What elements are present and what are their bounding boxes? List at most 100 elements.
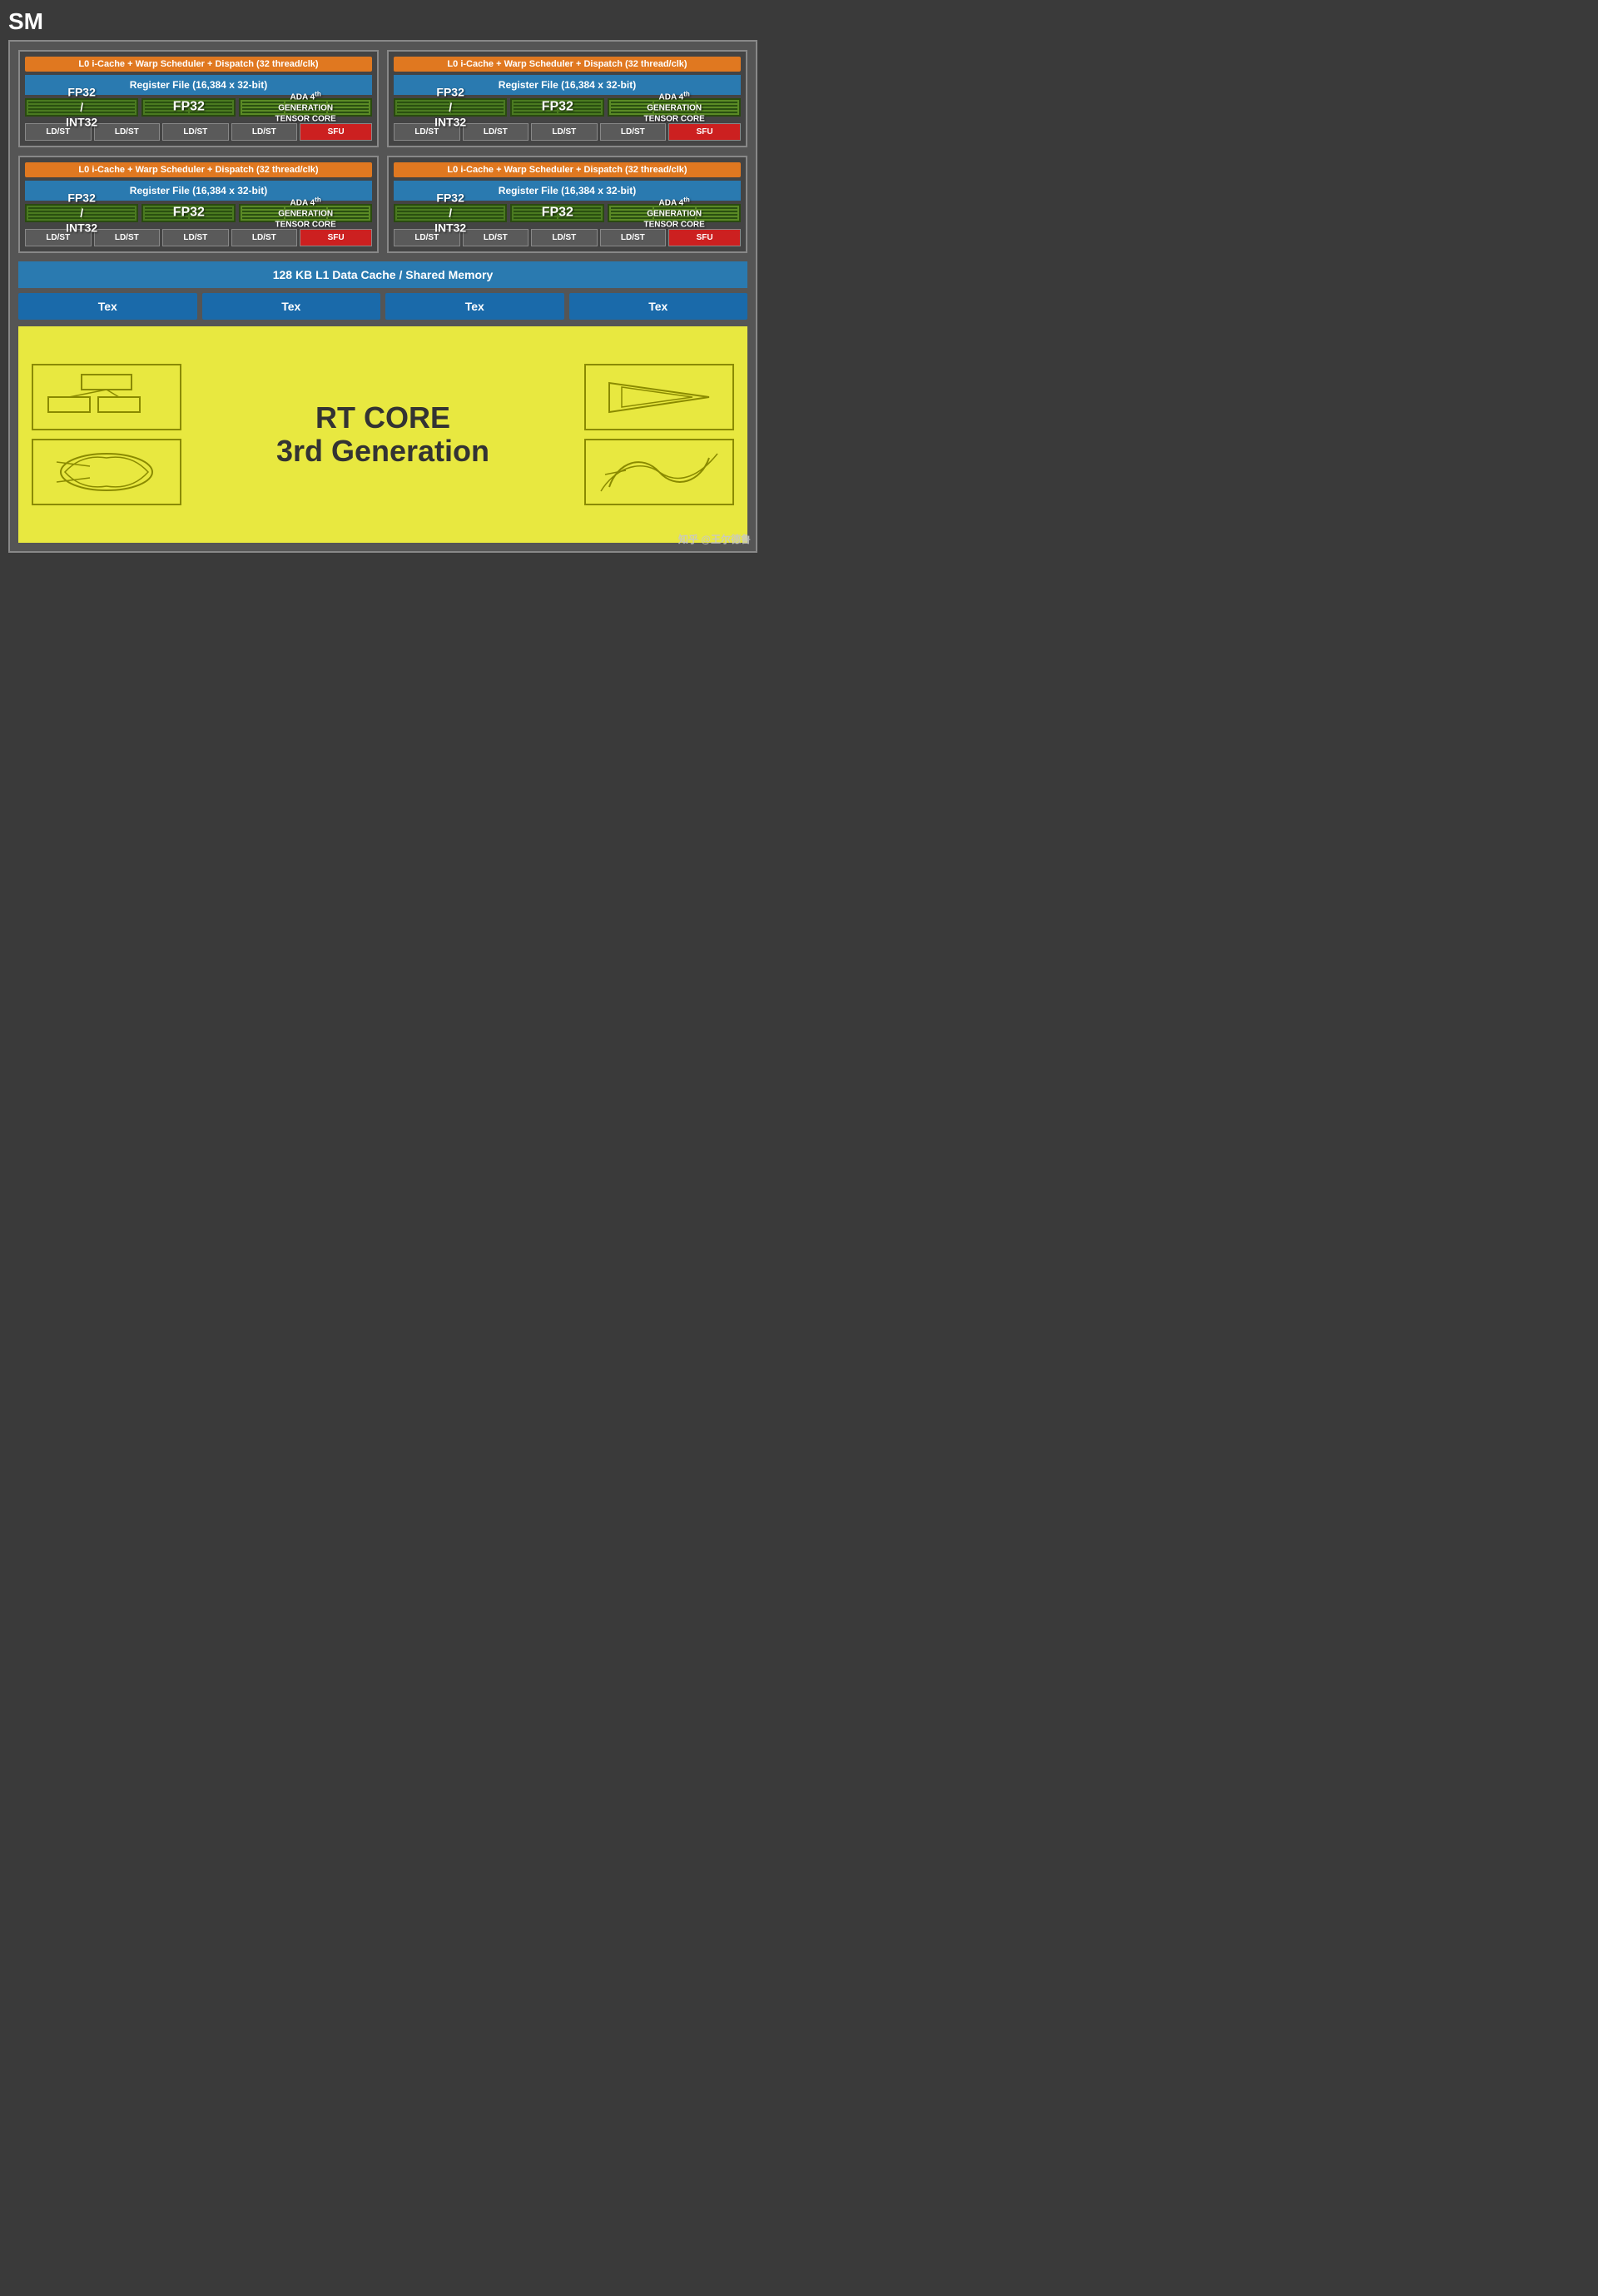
compute-area-3: FP32/INT32 FP32 ADA 4thGENER bbox=[25, 204, 372, 222]
grid-cell bbox=[82, 102, 135, 103]
rt-diagrams-right bbox=[568, 364, 734, 505]
rt-diagram-box-3 bbox=[584, 364, 734, 430]
grid-cell bbox=[242, 214, 283, 216]
ldst-btn-9: LD/ST bbox=[25, 229, 92, 246]
grid-cell bbox=[654, 102, 695, 103]
grid-cell bbox=[190, 102, 233, 103]
grid-cell bbox=[242, 217, 283, 219]
grid-cell bbox=[145, 211, 188, 212]
grid-cell bbox=[397, 207, 449, 209]
sfu-btn-4: SFU bbox=[668, 229, 741, 246]
grid-cell bbox=[558, 214, 602, 216]
grid-cell bbox=[190, 214, 233, 216]
grid-cell bbox=[28, 105, 81, 107]
ldst-btn-3: LD/ST bbox=[162, 123, 229, 141]
top-quadrant-grid: L0 i-Cache + Warp Scheduler + Dispatch (… bbox=[18, 50, 747, 147]
grid-cell bbox=[145, 102, 188, 103]
fp32-block-2: FP32 bbox=[510, 98, 604, 117]
grid-cell bbox=[397, 211, 449, 212]
rt-core-subtitle: 3rd Generation bbox=[198, 435, 568, 468]
tensor-block-1: ADA 4thGENERATIONTENSOR CORE bbox=[239, 98, 372, 117]
grid-cell bbox=[397, 214, 449, 216]
grid-cell bbox=[82, 108, 135, 110]
rt-core-area: RT CORE 3rd Generation bbox=[18, 326, 747, 543]
grid-cell bbox=[285, 214, 326, 216]
grid-cell bbox=[514, 207, 557, 209]
grid-cell bbox=[451, 102, 504, 103]
grid-cell bbox=[285, 207, 326, 209]
tex-row: Tex Tex Tex Tex bbox=[18, 293, 747, 320]
grid-cell bbox=[611, 112, 652, 113]
grid-cell bbox=[558, 108, 602, 110]
grid-cell bbox=[397, 217, 449, 219]
grid-cell bbox=[328, 217, 369, 219]
grid-cell bbox=[328, 214, 369, 216]
register-file-bar-1: Register File (16,384 x 32-bit) bbox=[25, 75, 372, 95]
grid-cell bbox=[611, 217, 652, 219]
tensor-label-1: ADA 4thGENERATIONTENSOR CORE bbox=[275, 90, 335, 124]
quadrant-3: L0 i-Cache + Warp Scheduler + Dispatch (… bbox=[18, 156, 379, 253]
rt-diagram-box-1 bbox=[32, 364, 181, 430]
bottom-quadrant-grid: L0 i-Cache + Warp Scheduler + Dispatch (… bbox=[18, 156, 747, 253]
grid-cell bbox=[697, 217, 737, 219]
grid-cell bbox=[451, 207, 504, 209]
register-file-bar-2: Register File (16,384 x 32-bit) bbox=[394, 75, 741, 95]
grid-cell bbox=[242, 102, 283, 103]
grid-cell bbox=[328, 102, 369, 103]
grid-cell bbox=[451, 105, 504, 107]
grid-cell bbox=[611, 108, 652, 110]
fp32-int32-block-4: FP32/INT32 bbox=[394, 204, 507, 222]
ldst-btn-2: LD/ST bbox=[94, 123, 161, 141]
grid-cell bbox=[654, 108, 695, 110]
warp-scheduler-bar-2: L0 i-Cache + Warp Scheduler + Dispatch (… bbox=[394, 57, 741, 72]
grid-cell bbox=[28, 217, 81, 219]
compute-area-2: FP32/INT32 FP32 ADA 4thGENER bbox=[394, 98, 741, 117]
grid-cell bbox=[558, 207, 602, 209]
fp32-block-4: FP32 bbox=[510, 204, 604, 222]
grid-cell bbox=[451, 211, 504, 212]
tex-btn-2: Tex bbox=[202, 293, 381, 320]
grid-cell bbox=[514, 217, 557, 219]
rt-core-title: RT CORE bbox=[198, 401, 568, 435]
sm-container: L0 i-Cache + Warp Scheduler + Dispatch (… bbox=[8, 40, 757, 553]
grid-cell bbox=[82, 217, 135, 219]
warp-scheduler-bar-3: L0 i-Cache + Warp Scheduler + Dispatch (… bbox=[25, 162, 372, 177]
compute-area-1: FP32/INT32 FP32 ADA 4thGENER bbox=[25, 98, 372, 117]
grid-cell bbox=[190, 211, 233, 212]
grid-cell bbox=[285, 211, 326, 212]
grid-cell bbox=[514, 112, 557, 113]
sfu-btn-1: SFU bbox=[300, 123, 372, 141]
ldst-btn-13: LD/ST bbox=[394, 229, 460, 246]
grid-cell bbox=[82, 105, 135, 107]
grid-cell bbox=[654, 105, 695, 107]
grid-cell bbox=[190, 217, 233, 219]
grid-cell bbox=[397, 102, 449, 103]
grid-cell bbox=[697, 214, 737, 216]
grid-cell bbox=[285, 108, 326, 110]
grid-cell bbox=[28, 112, 81, 113]
sfu-btn-2: SFU bbox=[668, 123, 741, 141]
fp32-int32-block-2: FP32/INT32 bbox=[394, 98, 507, 117]
grid-cell bbox=[328, 211, 369, 212]
tensor-label-2: ADA 4thGENERATIONTENSOR CORE bbox=[643, 90, 704, 124]
bottom-row-3: LD/ST LD/ST LD/ST LD/ST SFU bbox=[25, 229, 372, 246]
grid-cell bbox=[145, 207, 188, 209]
grid-cell bbox=[654, 211, 695, 212]
grid-cell bbox=[28, 214, 81, 216]
grid-cell bbox=[242, 211, 283, 212]
grid-cell bbox=[242, 112, 283, 113]
ldst-btn-12: LD/ST bbox=[231, 229, 298, 246]
fp32-int32-block-1: FP32/INT32 bbox=[25, 98, 138, 117]
grid-cell bbox=[558, 105, 602, 107]
grid-cell bbox=[328, 108, 369, 110]
ldst-btn-5: LD/ST bbox=[394, 123, 460, 141]
grid-cell bbox=[28, 211, 81, 212]
grid-cell bbox=[697, 108, 737, 110]
fp32-int32-block-3: FP32/INT32 bbox=[25, 204, 138, 222]
grid-cell bbox=[82, 207, 135, 209]
grid-cell bbox=[558, 112, 602, 113]
ldst-btn-1: LD/ST bbox=[25, 123, 92, 141]
sm-title: SM bbox=[8, 8, 757, 35]
grid-cell bbox=[611, 214, 652, 216]
register-file-bar-3: Register File (16,384 x 32-bit) bbox=[25, 181, 372, 201]
